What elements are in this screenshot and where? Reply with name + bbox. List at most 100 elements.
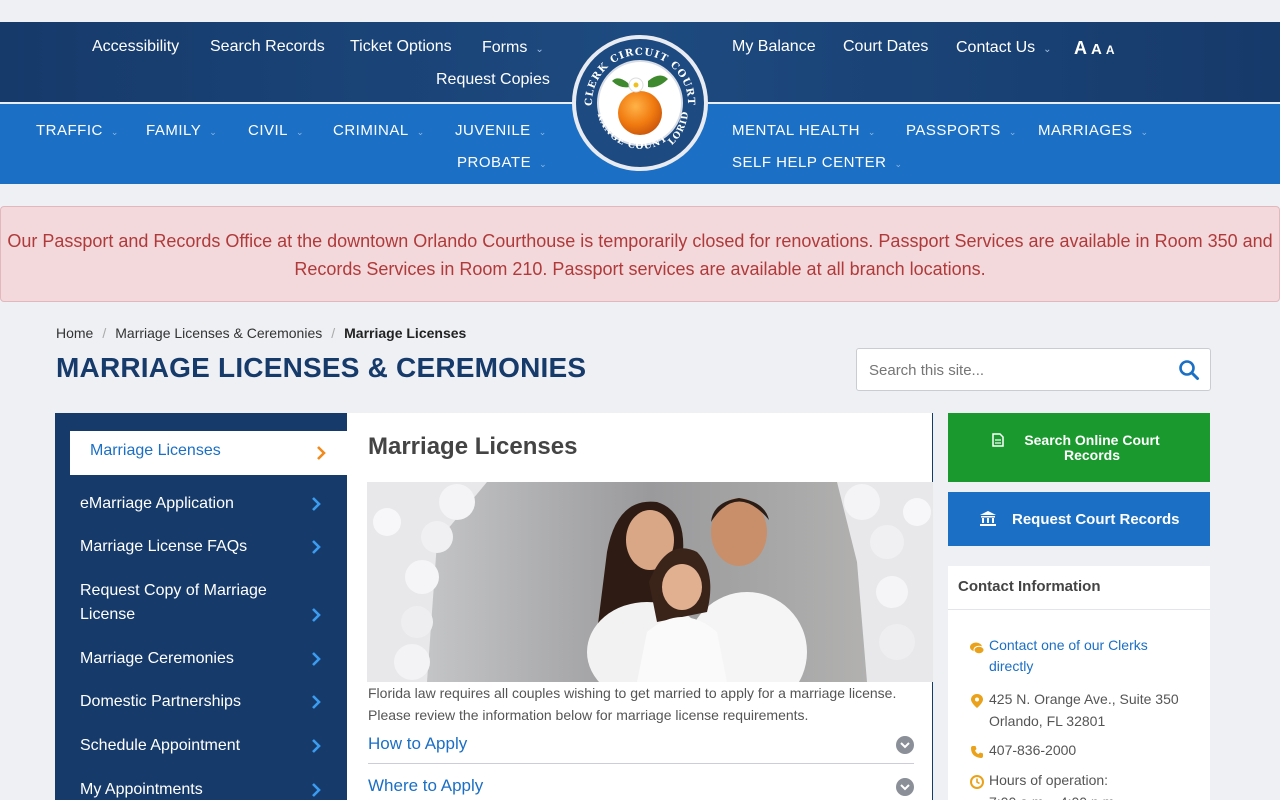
chevron-right-icon [312, 608, 321, 622]
nav-mental-health[interactable]: MENTAL HEALTH ⌄ [732, 122, 876, 139]
text-size-small[interactable]: A [1106, 43, 1115, 57]
breadcrumb-current: Marriage Licenses [344, 325, 467, 341]
intro-text: Florida law requires all couples wishing… [368, 685, 897, 723]
chevron-down-icon: ⌄ [535, 44, 544, 55]
sidebar-item-label: Marriage License FAQs [80, 538, 248, 555]
search-online-court-records-label: Search Online Court Records [1024, 432, 1160, 463]
alert-text: Our Passport and Records Office at the d… [7, 231, 1273, 279]
nav-family-label: FAMILY [146, 122, 202, 139]
sidebar-item-emarriage-application[interactable]: eMarriage Application [80, 492, 330, 516]
text-size-large[interactable]: A [1074, 38, 1087, 59]
nav-self-help-center[interactable]: SELF HELP CENTER ⌄ [732, 154, 902, 171]
sidebar-item-request-copy[interactable]: Request Copy of Marriage License [80, 579, 300, 627]
nav-contact-us[interactable]: Contact Us ⌄ [956, 39, 1052, 57]
chevron-right-icon [312, 783, 321, 797]
nav-juvenile[interactable]: JUVENILE ⌄ [455, 122, 547, 139]
nav-passports[interactable]: PASSPORTS ⌄ [906, 122, 1017, 139]
chevron-down-circle-icon [896, 778, 914, 796]
contact-address-line1: 425 N. Orange Ave., Suite 350 [989, 691, 1179, 707]
content-title: Marriage Licenses [368, 433, 578, 460]
document-icon [992, 433, 1004, 447]
chevron-right-icon [312, 497, 321, 511]
sidebar-item-domestic-partnerships[interactable]: Domestic Partnerships [80, 690, 330, 714]
sidebar-item-schedule-appointment[interactable]: Schedule Appointment [80, 734, 330, 758]
nav-ticket-options[interactable]: Ticket Options [350, 38, 452, 56]
chevron-down-icon: ⌄ [110, 127, 119, 137]
contact-hours-label: Hours of operation: [989, 772, 1109, 788]
contact-clerks-link[interactable]: Contact one of our Clerks directly [989, 635, 1189, 677]
contact-phone[interactable]: 407-836-2000 [989, 740, 1076, 761]
site-search [856, 348, 1211, 391]
nav-probate[interactable]: PROBATE ⌄ [457, 154, 547, 171]
page-title: MARRIAGE LICENSES & CEREMONIES [56, 352, 587, 383]
text-size-controls: AAA [1074, 38, 1119, 59]
accordion-label: How to Apply [368, 734, 468, 753]
chevron-down-icon: ⌄ [867, 127, 876, 137]
sidebar-item-label: Marriage Ceremonies [80, 650, 234, 667]
chevron-down-circle-icon [896, 736, 914, 754]
search-online-court-records-button[interactable]: Search Online Court Records [948, 413, 1210, 482]
courthouse-icon [980, 511, 996, 526]
request-court-records-button[interactable]: Request Court Records [948, 492, 1210, 546]
chevron-down-icon: ⌄ [1140, 127, 1149, 137]
nav-marriages-label: MARRIAGES [1038, 122, 1133, 139]
accordion-where-to-apply[interactable]: Where to Apply [368, 776, 914, 800]
nav-my-balance[interactable]: My Balance [732, 38, 816, 56]
contact-heading: Contact Information [948, 566, 1210, 610]
nav-my-balance-label: My Balance [732, 38, 816, 55]
map-marker-icon [971, 694, 983, 708]
nav-traffic[interactable]: TRAFFIC ⌄ [36, 122, 119, 139]
text-size-medium[interactable]: A [1091, 41, 1102, 58]
chevron-down-icon: ⌄ [416, 127, 425, 137]
sidebar-item-label: My Appointments [80, 781, 203, 798]
nav-ticket-options-label: Ticket Options [350, 38, 452, 55]
breadcrumb-separator: / [102, 325, 107, 341]
chat-bubbles-icon [970, 642, 984, 655]
phone-icon [971, 746, 983, 758]
nav-family[interactable]: FAMILY ⌄ [146, 122, 217, 139]
sidebar-item-my-appointments[interactable]: My Appointments [80, 778, 330, 800]
clerk-seal-logo[interactable]: CLERK CIRCUIT COURT ORANGE COUNTY FLORID… [570, 33, 710, 173]
search-input[interactable] [869, 359, 1169, 381]
sidebar-item-marriage-ceremonies[interactable]: Marriage Ceremonies [80, 647, 330, 671]
nav-court-dates-label: Court Dates [843, 38, 929, 55]
search-icon[interactable] [1178, 359, 1200, 381]
chevron-down-icon: ⌄ [539, 159, 548, 169]
breadcrumb-marriage-licenses-ceremonies[interactable]: Marriage Licenses & Ceremonies [115, 325, 322, 341]
top-band [0, 0, 1280, 22]
sidebar-active-label: Marriage Licenses [90, 442, 221, 459]
nav-forms[interactable]: Forms ⌄ [482, 39, 544, 57]
chevron-down-icon: ⌄ [1008, 127, 1017, 137]
nav-traffic-label: TRAFFIC [36, 122, 103, 139]
sidebar-item-marriage-license-faqs[interactable]: Marriage License FAQs [80, 535, 330, 559]
chevron-down-icon: ⌄ [538, 127, 547, 137]
nav-civil[interactable]: CIVIL ⌄ [248, 122, 304, 139]
nav-accessibility[interactable]: Accessibility [92, 38, 179, 56]
nav-criminal-label: CRIMINAL [333, 122, 409, 139]
accordion-label: Where to Apply [368, 776, 484, 795]
contact-hours: 7:00 a.m. - 4:00 p.m. [989, 792, 1118, 800]
nav-search-records-label: Search Records [210, 38, 325, 55]
nav-court-dates[interactable]: Court Dates [843, 38, 928, 56]
nav-civil-label: CIVIL [248, 122, 289, 139]
nav-criminal[interactable]: CRIMINAL ⌄ [333, 122, 425, 139]
nav-marriages[interactable]: MARRIAGES ⌄ [1038, 122, 1149, 139]
sidebar-item-label: Domestic Partnerships [80, 693, 241, 710]
accordion-how-to-apply[interactable]: How to Apply [368, 734, 914, 764]
clock-icon [970, 775, 984, 789]
chevron-right-icon [312, 739, 321, 753]
contact-information-card: Contact Information Contact one of our C… [948, 566, 1210, 800]
chevron-down-icon: ⌄ [296, 127, 305, 137]
nav-mental-health-label: MENTAL HEALTH [732, 122, 860, 139]
family-photo [367, 482, 933, 682]
nav-passports-label: PASSPORTS [906, 122, 1001, 139]
sidebar-item-label: eMarriage Application [80, 495, 234, 512]
nav-juvenile-label: JUVENILE [455, 122, 531, 139]
breadcrumb: Home / Marriage Licenses & Ceremonies / Marr… [56, 325, 466, 341]
chevron-right-icon [312, 652, 321, 666]
nav-self-help-center-label: SELF HELP CENTER [732, 154, 887, 171]
nav-request-copies[interactable]: Request Copies [436, 71, 550, 89]
nav-search-records[interactable]: Search Records [210, 38, 325, 56]
breadcrumb-home[interactable]: Home [56, 325, 93, 341]
nav-probate-label: PROBATE [457, 154, 532, 171]
